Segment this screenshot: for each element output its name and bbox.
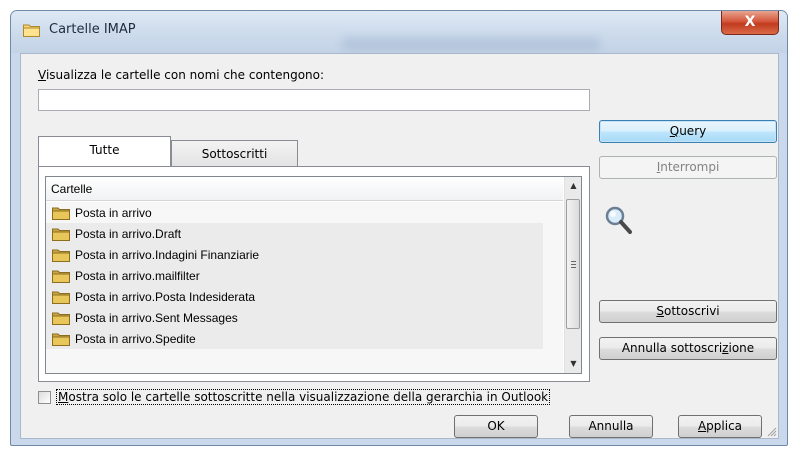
folder-icon: [52, 249, 70, 262]
unsubscribe-button[interactable]: Annulla sottoscrizione: [599, 337, 777, 360]
resize-grip-icon[interactable]: [765, 425, 777, 437]
folder-icon: [52, 228, 70, 241]
magnifier-icon: [605, 206, 632, 234]
column-header-folders[interactable]: Cartelle: [46, 177, 563, 201]
cancel-button[interactable]: Annulla: [569, 415, 653, 438]
filter-input[interactable]: [38, 89, 590, 111]
scroll-up-button[interactable]: ▲: [565, 177, 581, 194]
list-item[interactable]: Posta in arrivo.Indagini Finanziarie: [46, 244, 543, 265]
title-bar[interactable]: Cartelle IMAP X: [11, 11, 787, 53]
folder-icon: [52, 207, 70, 220]
folder-icon: [23, 24, 40, 37]
imap-folders-dialog: Cartelle IMAP X Visualizza le cartelle c…: [10, 10, 788, 446]
folder-icon: [52, 312, 70, 325]
window-title: Cartelle IMAP: [49, 22, 136, 37]
list-item[interactable]: Posta in arrivo.mailfilter: [46, 265, 543, 286]
dialog-body: Visualizza le cartelle con nomi che cont…: [20, 53, 779, 439]
ok-button[interactable]: OK: [454, 415, 538, 438]
tab-all[interactable]: Tutte: [38, 136, 171, 166]
close-button[interactable]: X: [721, 11, 779, 35]
filter-label: Visualizza le cartelle con nomi che cont…: [38, 68, 325, 82]
tab-subscribed[interactable]: Sottoscritti: [171, 140, 298, 166]
stop-button[interactable]: Interrompi: [599, 156, 777, 179]
show-subscribed-only-checkbox[interactable]: [38, 391, 51, 404]
tab-panel: Cartelle Posta in arrivo Posta in arrivo…: [38, 166, 590, 382]
scroll-down-button[interactable]: ▼: [565, 355, 581, 372]
vertical-scrollbar[interactable]: ▲ ▼: [564, 177, 581, 373]
folder-list[interactable]: Cartelle Posta in arrivo Posta in arrivo…: [45, 176, 582, 374]
subscribe-button[interactable]: Sottoscrivi: [599, 300, 777, 323]
list-item[interactable]: Posta in arrivo.Sent Messages: [46, 307, 543, 328]
apply-button[interactable]: Applica: [678, 415, 762, 438]
folder-icon: [52, 333, 70, 346]
list-item[interactable]: Posta in arrivo.Draft: [46, 223, 543, 244]
folder-list-body: Posta in arrivo Posta in arrivo.Draft Po…: [46, 202, 563, 373]
folder-icon: [52, 270, 70, 283]
list-item[interactable]: Posta in arrivo.Spedite: [46, 328, 543, 349]
show-subscribed-only-label[interactable]: Mostra solo le cartelle sottoscritte nel…: [56, 389, 551, 405]
query-button[interactable]: Query: [599, 120, 777, 143]
folder-icon: [52, 291, 70, 304]
background-window-title: [341, 37, 601, 51]
scroll-thumb[interactable]: [566, 199, 580, 329]
list-item[interactable]: Posta in arrivo.Posta Indesiderata: [46, 286, 543, 307]
list-item[interactable]: Posta in arrivo: [46, 202, 543, 223]
grip-icon: [571, 261, 576, 268]
